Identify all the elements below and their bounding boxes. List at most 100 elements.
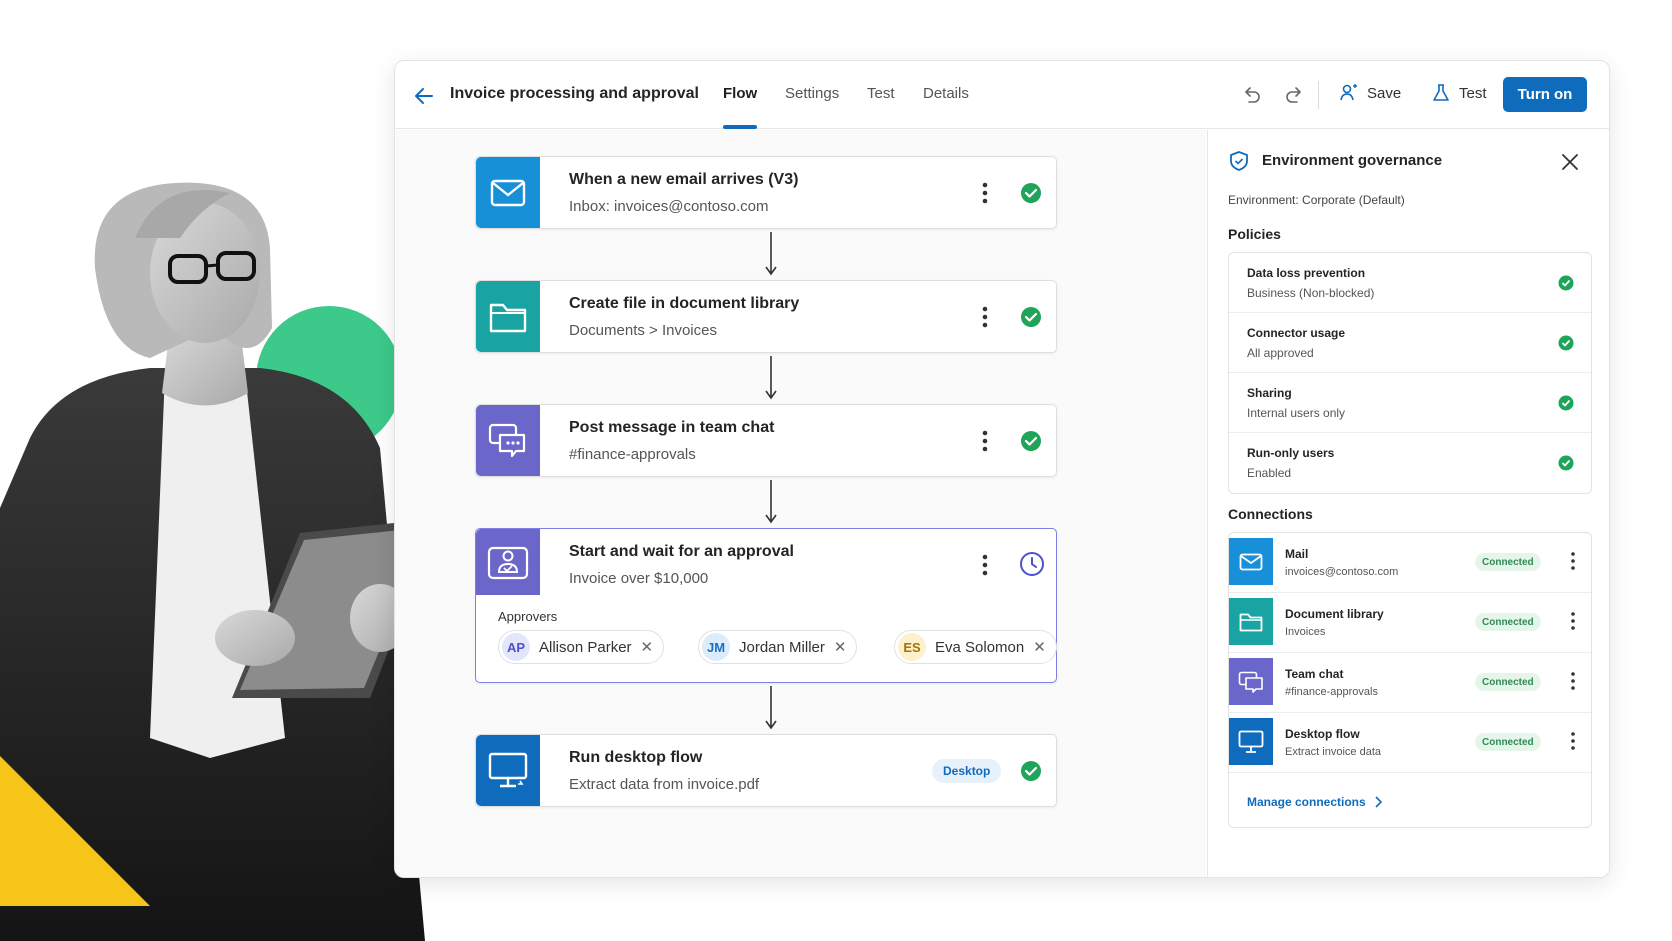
remove-approver-icon[interactable]: ✕ bbox=[641, 638, 654, 656]
step-title: Run desktop flow bbox=[569, 749, 703, 766]
policy-row[interactable]: Run-only users Enabled bbox=[1229, 433, 1591, 493]
flow-step-create-file[interactable]: Create file in document library Document… bbox=[475, 280, 1057, 353]
policy-row[interactable]: Sharing Internal users only bbox=[1229, 373, 1591, 433]
more-options-icon[interactable] bbox=[973, 427, 997, 455]
redo-icon[interactable] bbox=[1283, 84, 1305, 106]
policy-row[interactable]: Connector usage All approved bbox=[1229, 313, 1591, 373]
step-title: Start and wait for an approval bbox=[569, 543, 794, 560]
mail-icon bbox=[1229, 538, 1273, 585]
more-options-icon[interactable] bbox=[973, 303, 997, 331]
panel-title: Environment governance bbox=[1262, 152, 1443, 169]
policy-row[interactable]: Data loss prevention Business (Non-block… bbox=[1229, 253, 1591, 313]
approver-chip[interactable]: ES Eva Solomon ✕ bbox=[894, 630, 1057, 664]
flow-step-post-message[interactable]: Post message in team chat #finance-appro… bbox=[475, 404, 1057, 477]
success-check-icon bbox=[1558, 455, 1574, 471]
tab-settings[interactable]: Settings bbox=[785, 85, 839, 102]
manage-connections-link[interactable]: Manage connections bbox=[1247, 795, 1382, 809]
chevron-right-icon bbox=[1375, 796, 1382, 808]
remove-approver-icon[interactable]: ✕ bbox=[834, 638, 847, 656]
shield-icon bbox=[1230, 151, 1248, 171]
tab-details[interactable]: Details bbox=[923, 85, 969, 102]
more-options-icon[interactable] bbox=[973, 551, 997, 579]
success-check-icon bbox=[1021, 761, 1041, 781]
flow-designer-window: Invoice processing and approval Flow Set… bbox=[394, 60, 1610, 878]
close-icon[interactable] bbox=[1560, 152, 1580, 172]
more-options-icon[interactable] bbox=[1565, 729, 1581, 753]
policy-value: Internal users only bbox=[1247, 406, 1346, 420]
step-subtitle: Documents > Invoices bbox=[569, 322, 717, 339]
decorative-yellow-triangle bbox=[0, 756, 150, 906]
avatar: JM bbox=[702, 633, 730, 661]
success-check-icon bbox=[1558, 335, 1574, 351]
flow-canvas: When a new email arrives (V3) Inbox: inv… bbox=[395, 130, 1206, 877]
policy-name: Sharing bbox=[1247, 386, 1292, 400]
tab-test[interactable]: Test bbox=[867, 85, 895, 102]
test-label: Test bbox=[1459, 84, 1487, 102]
connections-list: Mail invoices@contoso.com Connected Docu… bbox=[1228, 532, 1592, 828]
folder-icon bbox=[1229, 598, 1273, 645]
connection-row[interactable]: Desktop flow Extract invoice data Connec… bbox=[1229, 713, 1591, 773]
step-title: Post message in team chat bbox=[569, 419, 775, 436]
policy-name: Data loss prevention bbox=[1247, 266, 1366, 280]
approver-chip[interactable]: AP Allison Parker ✕ bbox=[498, 630, 665, 664]
policies-heading: Policies bbox=[1228, 226, 1281, 242]
policy-name: Connector usage bbox=[1247, 326, 1346, 340]
connection-row[interactable]: Mail invoices@contoso.com Connected bbox=[1229, 533, 1591, 593]
connected-badge: Connected bbox=[1475, 733, 1541, 751]
more-options-icon[interactable] bbox=[1565, 609, 1581, 633]
desktop-icon bbox=[1229, 718, 1273, 765]
step-subtitle: Invoice over $10,000 bbox=[569, 570, 709, 587]
toolbar-divider bbox=[1318, 81, 1319, 109]
approval-icon bbox=[476, 529, 540, 595]
step-subtitle: Inbox: invoices@contoso.com bbox=[569, 198, 769, 215]
approver-name: Allison Parker bbox=[539, 638, 632, 656]
environment-label: Environment: Corporate (Default) bbox=[1228, 193, 1405, 207]
success-check-icon bbox=[1558, 275, 1574, 291]
flow-step-approval[interactable]: Start and wait for an approval Invoice o… bbox=[475, 528, 1057, 683]
chat-icon bbox=[476, 405, 540, 476]
mail-icon bbox=[476, 157, 540, 228]
connected-badge: Connected bbox=[1475, 553, 1541, 571]
approver-chip[interactable]: JM Jordan Miller ✕ bbox=[698, 630, 858, 664]
connection-row[interactable]: Team chat #finance-approvals Connected bbox=[1229, 653, 1591, 713]
connection-detail: Extract invoice data bbox=[1285, 746, 1381, 758]
policy-name: Run-only users bbox=[1247, 446, 1335, 460]
save-button[interactable]: Save bbox=[1339, 83, 1401, 103]
flask-icon bbox=[1433, 84, 1449, 101]
more-options-icon[interactable] bbox=[973, 179, 997, 207]
flow-step-email-trigger[interactable]: When a new email arrives (V3) Inbox: inv… bbox=[475, 156, 1057, 229]
approver-name: Jordan Miller bbox=[739, 638, 825, 656]
success-check-icon bbox=[1021, 183, 1041, 203]
step-title: Create file in document library bbox=[569, 295, 800, 312]
undo-icon[interactable] bbox=[1241, 84, 1263, 106]
connection-name: Desktop flow bbox=[1285, 727, 1360, 741]
back-arrow-icon[interactable] bbox=[413, 85, 435, 107]
connection-row[interactable]: Document library Invoices Connected bbox=[1229, 593, 1591, 653]
step-subtitle: #finance-approvals bbox=[569, 446, 696, 463]
remove-approver-icon[interactable]: ✕ bbox=[1033, 638, 1046, 656]
step-subtitle: Extract data from invoice.pdf bbox=[569, 776, 760, 793]
flow-step-desktop-flow[interactable]: Run desktop flow Extract data from invoi… bbox=[475, 734, 1057, 807]
tab-flow[interactable]: Flow bbox=[723, 85, 757, 102]
more-options-icon[interactable] bbox=[1565, 669, 1581, 693]
connector-arrow bbox=[765, 232, 777, 276]
flow-title: Invoice processing and approval bbox=[450, 85, 699, 102]
policy-value: Business (Non-blocked) bbox=[1247, 286, 1375, 300]
avatar: AP bbox=[502, 633, 530, 661]
environment-governance-panel: Environment governance Environment: Corp… bbox=[1207, 130, 1609, 877]
avatar: ES bbox=[898, 633, 926, 661]
connector-arrow bbox=[765, 480, 777, 524]
more-options-icon[interactable] bbox=[1565, 549, 1581, 573]
connection-name: Document library bbox=[1285, 607, 1384, 621]
connector-arrow bbox=[765, 356, 777, 400]
connection-detail: invoices@contoso.com bbox=[1285, 566, 1399, 578]
success-check-icon bbox=[1021, 307, 1041, 327]
connection-name: Mail bbox=[1285, 547, 1309, 561]
desktop-icon bbox=[476, 735, 540, 806]
test-button[interactable]: Test bbox=[1431, 83, 1487, 103]
step-title: When a new email arrives (V3) bbox=[569, 171, 799, 188]
turn-on-button[interactable]: Turn on bbox=[1503, 77, 1587, 112]
approver-name: Eva Solomon bbox=[935, 638, 1025, 656]
save-label: Save bbox=[1367, 84, 1402, 102]
active-tab-indicator bbox=[723, 125, 757, 129]
